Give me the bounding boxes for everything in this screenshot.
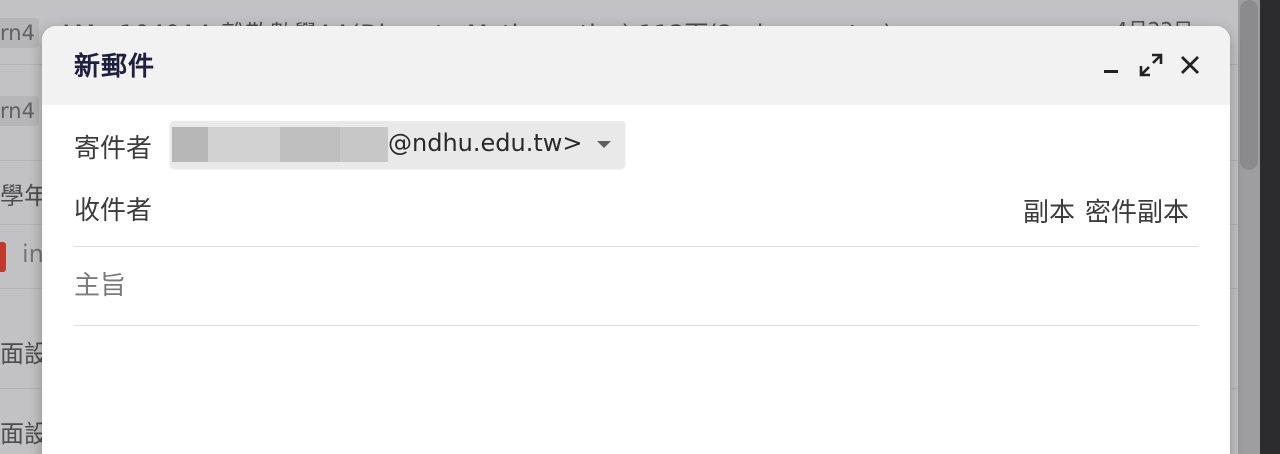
to-input[interactable]	[170, 186, 1010, 230]
minimize-button[interactable]	[1096, 50, 1126, 80]
from-label: 寄件者	[74, 134, 153, 164]
redacted-block	[280, 127, 340, 162]
cc-bcc-links: 副本 密件副本	[1023, 192, 1189, 229]
divider	[74, 246, 1199, 247]
expand-button[interactable]	[1136, 50, 1166, 80]
window-edge	[1260, 0, 1280, 454]
to-label: 收件者	[74, 196, 153, 226]
from-email: @ndhu.edu.tw>	[388, 129, 583, 157]
compose-dialog: 新郵件 寄件者 @ndhu.edu.tw> 收件者 副本 密件副本 主旨	[42, 26, 1230, 454]
scrollbar-thumb[interactable]	[1240, 0, 1258, 170]
redacted-block	[208, 127, 280, 162]
compose-header: 新郵件	[42, 26, 1230, 105]
bcc-link[interactable]: 密件副本	[1085, 198, 1189, 228]
from-select[interactable]: @ndhu.edu.tw>	[170, 121, 625, 168]
cc-link[interactable]: 副本	[1023, 198, 1075, 228]
compose-title: 新郵件	[74, 52, 156, 82]
attachment-badge-icon	[0, 242, 6, 272]
label-chip: rn4	[0, 18, 39, 48]
message-body[interactable]	[74, 338, 1199, 454]
close-button[interactable]	[1175, 50, 1205, 80]
minimize-icon	[1104, 70, 1118, 73]
redacted-block	[340, 127, 388, 162]
expand-icon	[1139, 53, 1163, 77]
close-icon	[1181, 56, 1199, 74]
chevron-down-icon	[597, 141, 611, 148]
redacted-block	[172, 127, 208, 162]
label-chip: rn4	[0, 96, 39, 126]
divider	[74, 325, 1199, 326]
subject-input[interactable]	[74, 264, 1199, 308]
